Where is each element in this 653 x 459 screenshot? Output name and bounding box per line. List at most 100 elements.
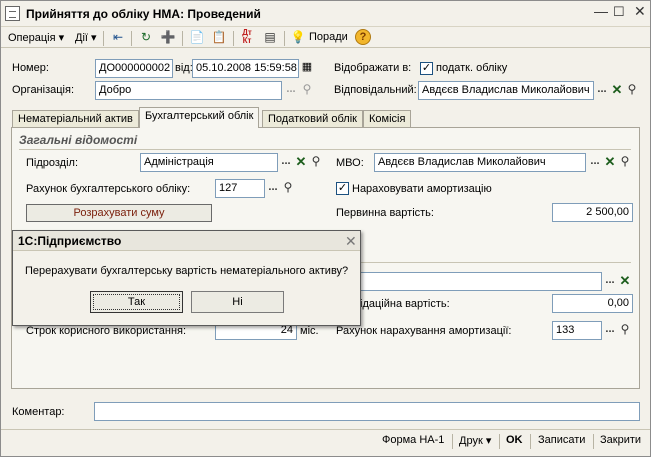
- initial-cost-label: Первинна вартість:: [336, 207, 434, 219]
- select-account-button[interactable]: ...: [265, 180, 281, 197]
- select-division-button[interactable]: ...: [278, 154, 294, 171]
- print-label: Друк: [459, 435, 483, 447]
- debit-credit-icon[interactable]: Дт Кт: [239, 29, 255, 45]
- amortization-account-label: Рахунок нарахування амортизації:: [336, 325, 512, 337]
- initial-cost-field[interactable]: 2 500,00: [552, 203, 633, 222]
- confirm-dialog: 1С:Підприємство ✕ Перерахувати бухгалтер…: [12, 230, 361, 326]
- liquidation-cost-label: ідаційна вартість:: [360, 298, 450, 310]
- display-in-label: Відображати в:: [334, 62, 412, 74]
- tax-accounting-label: податк. обліку: [436, 62, 508, 74]
- tab-commission[interactable]: Комісія: [363, 110, 412, 127]
- tab-accounting[interactable]: Бухгалтерський облік: [139, 107, 260, 128]
- chevron-down-icon: ▾: [58, 32, 65, 44]
- footer-separator: [452, 434, 453, 449]
- chevron-down-icon: ▾: [91, 32, 97, 44]
- tips-icon[interactable]: 💡: [290, 29, 306, 45]
- dialog-title: 1С:Підприємство: [18, 234, 122, 248]
- toolbar-separator: [131, 31, 132, 46]
- close-window-button[interactable]: ✕: [634, 3, 646, 20]
- post-and-close-icon[interactable]: ⇤: [110, 29, 126, 45]
- comment-label: Коментар:: [12, 406, 65, 418]
- tips-button[interactable]: Поради: [309, 31, 348, 43]
- search-icon[interactable]: ⚲: [617, 154, 633, 171]
- save-button[interactable]: Записати: [538, 434, 585, 446]
- dialog-no-button[interactable]: Ні: [191, 291, 284, 313]
- select-organization-button[interactable]: ...: [283, 82, 299, 99]
- dialog-close-icon[interactable]: ✕: [345, 233, 357, 250]
- tab-tax-accounting[interactable]: Податковий облік: [262, 110, 363, 127]
- search-icon[interactable]: ⚲: [299, 82, 315, 99]
- toolbar-separator: [182, 31, 183, 46]
- chevron-down-icon: ▾: [485, 435, 492, 447]
- search-icon[interactable]: ⚲: [308, 154, 324, 171]
- group-divider: [19, 149, 631, 150]
- accrue-amortization-checkbox[interactable]: ✓: [336, 182, 349, 195]
- organization-label: Організація:: [12, 84, 74, 96]
- liquidation-cost-field[interactable]: 0,00: [552, 294, 633, 313]
- calendar-icon[interactable]: ▦: [299, 60, 315, 77]
- based-on-icon[interactable]: 📄: [189, 29, 205, 45]
- comment-field[interactable]: [94, 402, 640, 421]
- search-icon[interactable]: ⚲: [617, 322, 633, 339]
- ok-button[interactable]: OK: [506, 434, 523, 446]
- mvo-label: МВО:: [336, 157, 364, 169]
- select-responsible-button[interactable]: ...: [594, 82, 610, 99]
- footer-separator: [593, 434, 594, 449]
- structure-icon[interactable]: 📋: [211, 29, 227, 45]
- account-field[interactable]: 127: [215, 179, 265, 198]
- number-field[interactable]: ДО000000002: [95, 59, 173, 78]
- actions-menu-label: Дії: [75, 32, 88, 44]
- new-document-icon[interactable]: ➕: [160, 29, 176, 45]
- organization-field[interactable]: Добро: [95, 81, 282, 100]
- clear-icon[interactable]: ✕: [609, 82, 625, 99]
- division-label: Підрозділ:: [26, 157, 79, 169]
- footer-divider: [1, 429, 650, 430]
- amortization-account-field[interactable]: 133: [552, 321, 602, 340]
- responsible-label: Відповідальний:: [334, 84, 417, 96]
- division-field[interactable]: Адміністрація: [140, 153, 278, 172]
- refresh-icon[interactable]: ↻: [138, 29, 154, 45]
- actions-menu[interactable]: Дії ▾: [75, 31, 97, 44]
- tab-intangible-asset[interactable]: Нематеріальний актив: [12, 110, 139, 127]
- journal-icon[interactable]: ▤: [262, 29, 278, 45]
- toolbar-separator: [233, 31, 234, 46]
- operation-menu[interactable]: Операція ▾: [8, 31, 64, 44]
- clear-icon[interactable]: ✕: [617, 273, 633, 290]
- dialog-message: Перерахувати бухгалтерську вартість нема…: [25, 265, 349, 277]
- date-label: від:: [175, 62, 193, 74]
- accrue-amortization-label: Нараховувати амортизацію: [352, 183, 492, 195]
- tax-accounting-checkbox[interactable]: ✓: [420, 62, 433, 75]
- window-title: Прийняття до обліку НМА: Проведений: [26, 7, 261, 21]
- useful-life-label: Строк корисного використання:: [26, 325, 187, 337]
- print-menu[interactable]: Друк ▾: [459, 434, 491, 447]
- maximize-button[interactable]: ☐: [613, 4, 625, 20]
- clear-icon[interactable]: ✕: [602, 154, 618, 171]
- group-divider: [360, 262, 631, 263]
- amortization-method-field[interactable]: [360, 272, 602, 291]
- footer-separator: [530, 434, 531, 449]
- account-label: Рахунок бухгалтерського обліку:: [26, 183, 191, 195]
- number-label: Номер:: [12, 62, 49, 74]
- toolbar-separator: [103, 31, 104, 46]
- select-mvo-button[interactable]: ...: [587, 154, 603, 171]
- minimize-button[interactable]: —: [594, 3, 608, 19]
- operation-menu-label: Операція: [8, 32, 56, 44]
- responsible-field[interactable]: Авдєєв Владислав Миколайович: [418, 81, 594, 100]
- mvo-field[interactable]: Авдєєв Владислав Миколайович: [374, 153, 586, 172]
- select-method-button[interactable]: ...: [602, 273, 618, 290]
- dialog-yes-button[interactable]: Так: [90, 291, 183, 313]
- search-icon[interactable]: ⚲: [280, 180, 296, 197]
- toolbar-separator: [284, 31, 285, 46]
- help-icon[interactable]: ?: [355, 29, 371, 45]
- form-na1-button[interactable]: Форма НА-1: [382, 434, 444, 446]
- calculate-sum-button[interactable]: Розрахувати суму: [26, 204, 212, 222]
- useful-life-unit: міс.: [300, 325, 319, 337]
- select-amortization-account-button[interactable]: ...: [602, 322, 618, 339]
- footer-separator: [499, 434, 500, 449]
- close-button[interactable]: Закрити: [600, 434, 641, 446]
- search-icon[interactable]: ⚲: [624, 82, 640, 99]
- group-title: Загальні відомості: [19, 133, 138, 147]
- date-field[interactable]: 05.10.2008 15:59:58: [192, 59, 299, 78]
- document-icon: [5, 6, 20, 21]
- clear-icon[interactable]: ✕: [293, 154, 309, 171]
